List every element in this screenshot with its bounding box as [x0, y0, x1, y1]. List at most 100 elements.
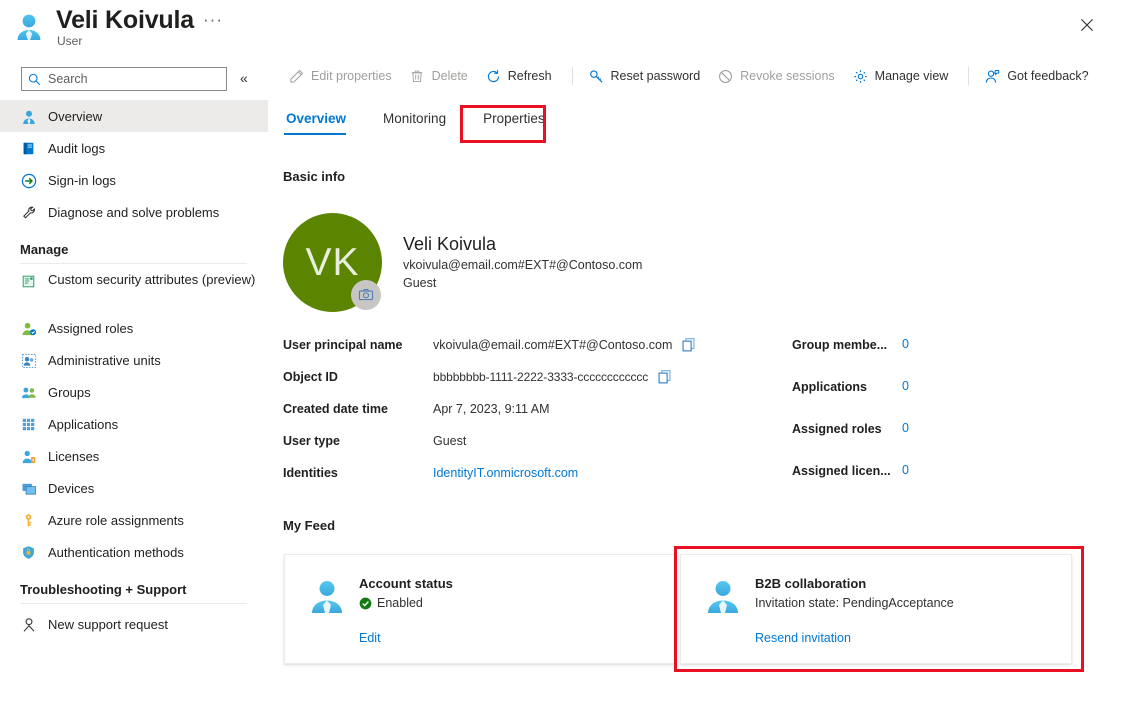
sidebar-item-devices[interactable]: Devices [0, 472, 268, 504]
detail-key: User principal name [283, 337, 433, 353]
licenses-icon [20, 448, 37, 465]
refresh-icon [486, 69, 501, 84]
sidebar-item-audit-logs[interactable]: Audit logs [0, 132, 268, 164]
sidebar-group-manage: Manage [0, 228, 268, 260]
button-label: Revoke sessions [740, 69, 835, 83]
toolbar-divider [968, 67, 969, 85]
copy-icon[interactable] [681, 337, 696, 352]
sidebar-item-administrative-units[interactable]: Administrative units [0, 344, 268, 376]
manage-view-button[interactable]: Manage view [846, 62, 956, 90]
sidebar-item-label: Diagnose and solve problems [48, 205, 219, 220]
sidebar-item-groups[interactable]: Groups [0, 376, 268, 408]
detail-value: vkoivula@email.com#EXT#@Contoso.com [433, 337, 672, 353]
edit-properties-button[interactable]: Edit properties [282, 62, 399, 90]
identities-link[interactable]: IdentityIT.onmicrosoft.com [433, 465, 578, 481]
detail-key: Assigned roles [792, 421, 902, 437]
user-avatar-icon [703, 577, 743, 617]
card-status: Invitation state: PendingAcceptance [755, 596, 954, 610]
detail-row-group-memberships: Group membe... 0 [792, 337, 1052, 379]
resend-invitation-link[interactable]: Resend invitation [755, 631, 851, 645]
detail-row-user-type: User type Guest [283, 433, 703, 465]
attributes-icon [20, 273, 37, 290]
main-content: Edit properties Delete [268, 58, 1121, 701]
sidebar-item-label: Overview [48, 109, 102, 124]
revoke-sessions-button[interactable]: Revoke sessions [711, 62, 842, 90]
got-feedback-button[interactable]: Got feedback? [978, 62, 1095, 90]
sidebar-item-diagnose[interactable]: Diagnose and solve problems [0, 196, 268, 228]
feedback-icon [985, 69, 1000, 84]
button-label: Manage view [875, 69, 949, 83]
search-icon [28, 73, 41, 86]
reset-password-button[interactable]: Reset password [582, 62, 708, 90]
sidebar-item-label: Administrative units [48, 353, 161, 368]
page-subtitle: User [57, 34, 82, 48]
detail-count[interactable]: 0 [902, 337, 909, 351]
divider [20, 603, 247, 604]
key-icon [589, 69, 604, 84]
tab-properties[interactable]: Properties [481, 105, 558, 135]
delete-button[interactable]: Delete [403, 62, 475, 90]
card-title: Account status [359, 576, 453, 591]
sidebar-item-applications[interactable]: Applications [0, 408, 268, 440]
button-label: Delete [432, 69, 468, 83]
more-menu-button[interactable]: ··· [203, 13, 223, 27]
search-box[interactable] [21, 67, 227, 91]
sidebar-item-overview[interactable]: Overview [0, 100, 268, 132]
tab-overview[interactable]: Overview [284, 105, 359, 135]
sidebar-item-azure-role-assignments[interactable]: Azure role assignments [0, 504, 268, 536]
button-label: Edit properties [311, 69, 392, 83]
sidebar-item-authentication-methods[interactable]: Authentication methods [0, 536, 268, 568]
check-circle-icon [359, 597, 372, 610]
sidebar-item-label: Applications [48, 417, 118, 432]
collapse-sidebar-button[interactable]: « [240, 68, 248, 88]
book-icon [20, 140, 37, 157]
detail-row-applications: Applications 0 [792, 379, 1052, 421]
card-status-text: Invitation state: PendingAcceptance [755, 596, 954, 610]
sidebar-item-new-support-request[interactable]: New support request [0, 608, 268, 640]
sidebar-item-label: Custom security attributes (preview) [48, 272, 255, 287]
details-right-column: Group membe... 0 Applications 0 Assigned… [792, 337, 1052, 505]
close-icon[interactable] [1071, 9, 1103, 41]
devices-icon [20, 480, 37, 497]
wrench-icon [20, 204, 37, 221]
groups-icon [20, 384, 37, 401]
detail-count[interactable]: 0 [902, 379, 909, 393]
toolbar-divider [572, 67, 573, 85]
detail-key: Group membe... [792, 337, 902, 353]
feed-card-account-status[interactable]: Account status Enabled Edit [284, 554, 676, 664]
sidebar-item-licenses[interactable]: Licenses [0, 440, 268, 472]
sidebar-item-assigned-roles[interactable]: Assigned roles [0, 312, 268, 344]
sidebar-item-sign-in-logs[interactable]: Sign-in logs [0, 164, 268, 196]
detail-value: Guest [433, 433, 466, 449]
search-input[interactable] [46, 71, 216, 87]
user-avatar-icon [307, 577, 347, 617]
edit-link[interactable]: Edit [359, 631, 381, 645]
tab-monitoring[interactable]: Monitoring [381, 105, 459, 135]
support-icon [20, 616, 37, 633]
card-title: B2B collaboration [755, 576, 866, 591]
copy-icon[interactable] [657, 369, 672, 384]
profile-user-type: Guest [403, 276, 436, 290]
block-icon [718, 69, 733, 84]
page-title: Veli Koivula [56, 6, 194, 35]
pencil-icon [289, 69, 304, 84]
detail-count[interactable]: 0 [902, 421, 909, 435]
profile-name: Veli Koivula [403, 234, 496, 255]
sidebar-item-custom-security-attributes[interactable]: Custom security attributes (preview) [0, 268, 268, 312]
detail-count[interactable]: 0 [902, 463, 909, 477]
sidebar-nav: Overview Audit logs [0, 100, 268, 640]
camera-icon[interactable] [351, 280, 381, 310]
detail-row-created-date: Created date time Apr 7, 2023, 9:11 AM [283, 401, 703, 433]
detail-key: Assigned licen... [792, 463, 902, 479]
my-feed-heading: My Feed [283, 518, 335, 533]
button-label: Got feedback? [1007, 69, 1088, 83]
sidebar-item-label: New support request [48, 617, 168, 632]
button-label: Refresh [508, 69, 552, 83]
tab-bar: Overview Monitoring Properties [284, 105, 580, 135]
card-status-text: Enabled [377, 596, 423, 610]
refresh-button[interactable]: Refresh [479, 62, 559, 90]
feed-card-b2b-collaboration[interactable]: B2B collaboration Invitation state: Pend… [680, 554, 1072, 664]
admin-units-icon [20, 352, 37, 369]
detail-value: bbbbbbbb-1111-2222-3333-cccccccccccc [433, 369, 648, 385]
button-label: Reset password [611, 69, 701, 83]
